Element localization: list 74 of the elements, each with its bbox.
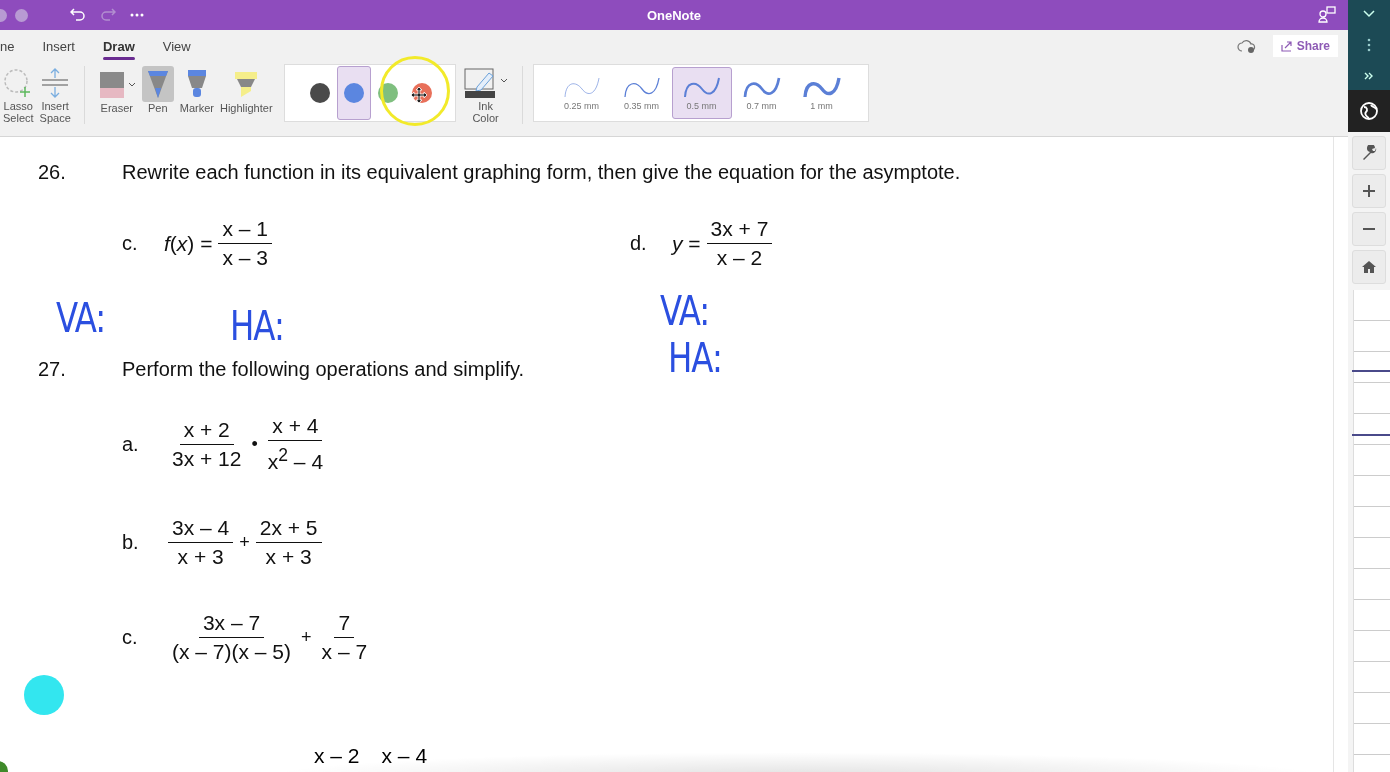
denominator: (x – 7)(x – 5) [171, 639, 293, 665]
numerator: 3x – 4 [168, 514, 234, 543]
operator: + [301, 627, 312, 648]
part-label: c. [122, 232, 139, 255]
denominator: x – 7 [320, 639, 369, 665]
part-label: b. [122, 531, 140, 554]
part-label: c. [122, 626, 139, 649]
operator: • [251, 433, 258, 455]
operator: + [239, 532, 250, 553]
problem-number: 26. [37, 160, 67, 184]
undo-icon[interactable] [70, 7, 86, 23]
numerator: x + 4 [268, 412, 323, 441]
pen-width-option[interactable]: 0.7 mm [731, 67, 792, 119]
wrench-icon [1361, 145, 1377, 161]
insert-space-icon [40, 67, 71, 99]
denominator: x$^{2}$ – 4 [266, 444, 325, 475]
numerator: 3x + 7 [706, 215, 773, 244]
numerator: 3x – 7 [198, 609, 265, 638]
ribbon-tab[interactable]: Draw [103, 32, 135, 60]
part-label: d. [630, 232, 648, 255]
denominator: 3x + 12 [171, 445, 243, 472]
pen-width-option[interactable]: 0.35 mm [611, 67, 672, 119]
problem-number: 27. [37, 357, 67, 381]
ink-swatch[interactable] [336, 66, 371, 120]
draw-tool-button[interactable]: Lasso Select [0, 64, 37, 126]
expression-text: f(x) = [164, 231, 213, 256]
numerator: x – 4 [381, 744, 428, 768]
problem-text: Rewrite each function in its equivalent graphing form, then give the equation for the asymptote. [122, 160, 961, 184]
ribbon-tab[interactable]: Insert [42, 32, 75, 60]
numerator: x – 1 [218, 215, 272, 244]
draw-tool-button[interactable]: Insert Space [36, 64, 74, 126]
double-chevron-icon[interactable] [1364, 72, 1374, 80]
handwritten-note: VA: [56, 293, 106, 342]
denominator: x – 3 [221, 245, 269, 271]
plus-icon [1362, 184, 1376, 198]
pencil-color-icon [462, 67, 509, 99]
share-icon [1280, 40, 1293, 52]
pen-width-option[interactable]: 1 mm [791, 67, 852, 119]
numerator: 2x + 5 [255, 514, 322, 543]
handwritten-note: HA: [668, 333, 722, 382]
people-icon[interactable] [1318, 6, 1336, 24]
globe-icon[interactable] [1359, 101, 1379, 121]
denominator: x + 3 [264, 544, 313, 570]
draw-tool-button[interactable]: Pen [138, 64, 177, 126]
denominator: x + 3 [176, 544, 225, 570]
problem-text: Perform the following operations and simplify. [122, 357, 525, 381]
more-icon[interactable] [130, 13, 144, 17]
handwritten-note: HA: [230, 301, 284, 350]
handwritten-note: VA: [660, 286, 710, 335]
zoom-out-button[interactable] [1352, 212, 1386, 246]
ribbon-tab[interactable]: ne [0, 32, 15, 60]
draw-tool-button[interactable]: Highlighter [217, 64, 276, 126]
home-icon [1361, 260, 1377, 274]
numerator: 7 [334, 609, 355, 638]
zoom-in-button[interactable] [1352, 174, 1386, 208]
home-button[interactable] [1352, 250, 1386, 284]
part-label: a. [122, 432, 140, 456]
ribbon-tab[interactable]: View [162, 32, 191, 60]
draw-tool-button[interactable]: Eraser [94, 64, 139, 126]
chevron-down-icon[interactable] [1363, 10, 1375, 18]
minus-icon [1362, 227, 1376, 231]
cloud-sync-icon[interactable] [1236, 38, 1257, 54]
share-button[interactable]: Share [1272, 35, 1338, 57]
numerator: x – 2 [314, 744, 360, 768]
numerator: x + 2 [179, 415, 234, 445]
expression-text: y = [672, 231, 701, 256]
more-vertical-icon[interactable] [1367, 38, 1371, 52]
window-title: OneNote [646, 7, 702, 23]
pen-width-option[interactable]: 0.25 mm [551, 67, 612, 119]
settings-button[interactable] [1352, 136, 1386, 170]
denominator: x – 2 [715, 245, 764, 271]
pen-width-option[interactable]: 0.5 mm [671, 67, 732, 119]
ink-color-button[interactable]: Ink Color [459, 64, 512, 126]
draw-tool-button[interactable]: Marker [176, 64, 217, 126]
